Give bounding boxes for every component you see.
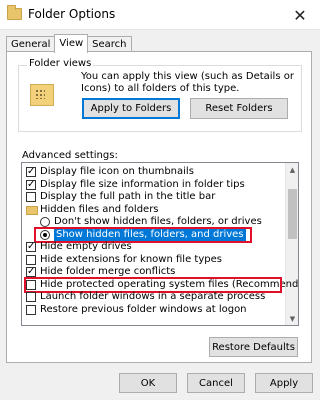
setting-checkbox[interactable] (26, 166, 36, 178)
cancel-button[interactable]: Cancel (187, 373, 245, 393)
setting-checkbox[interactable] (26, 304, 36, 315)
folder-views-heading: Folder views (27, 58, 94, 69)
setting-checkbox[interactable] (26, 266, 36, 278)
folder-icon (26, 205, 38, 215)
tab-search[interactable]: Search (87, 36, 132, 52)
setting-checkbox[interactable] (26, 179, 36, 191)
setting-label: Display file size information in folder … (40, 178, 245, 190)
apply-button[interactable]: Apply (255, 373, 313, 393)
setting-label: Launch folder windows in a separate proc… (40, 291, 266, 302)
window-title: Folder Options (28, 7, 116, 21)
scroll-up-icon[interactable]: ▲ (286, 163, 298, 176)
folder-view-icon (30, 84, 54, 106)
tab-bar: General View Search (6, 34, 132, 53)
setting-label: Hide extensions for known file types (40, 253, 222, 265)
setting-radio[interactable] (40, 217, 50, 227)
setting-label: Restore previous folder windows at logon (40, 303, 247, 315)
setting-checkbox[interactable] (26, 254, 36, 265)
title-bar: Folder Options ✕ (0, 0, 320, 30)
scroll-down-icon[interactable]: ▼ (286, 312, 298, 325)
vertical-scrollbar[interactable]: ▲ ▼ (285, 163, 298, 325)
folder-icon (7, 5, 22, 20)
restore-defaults-button[interactable]: Restore Defaults (209, 337, 298, 357)
advanced-settings-heading: Advanced settings: (22, 150, 118, 161)
setting-label: Display file icon on thumbnails (40, 166, 194, 177)
apply-to-folders-button[interactable]: Apply to Folders (82, 98, 180, 119)
reset-folders-button[interactable]: Reset Folders (190, 98, 288, 119)
tab-view[interactable]: View (54, 34, 89, 53)
folder-views-description: You can apply this view (such as Details… (81, 71, 294, 94)
tab-general[interactable]: General (6, 36, 56, 52)
setting-label: Hidden files and folders (40, 203, 159, 215)
setting-checkbox[interactable] (26, 292, 36, 302)
setting-label: Display the full path in the title bar (40, 191, 216, 202)
ok-button[interactable]: OK (119, 373, 177, 393)
setting-label: Hide empty drives (40, 241, 132, 252)
close-button[interactable]: ✕ (280, 0, 320, 30)
advanced-settings-list[interactable]: ▲ ▼ Display file icon on thumbnailsDispl… (21, 162, 299, 326)
setting-checkbox[interactable] (26, 241, 36, 253)
setting-checkbox[interactable] (26, 192, 36, 202)
scrollbar-thumb[interactable] (288, 189, 297, 239)
